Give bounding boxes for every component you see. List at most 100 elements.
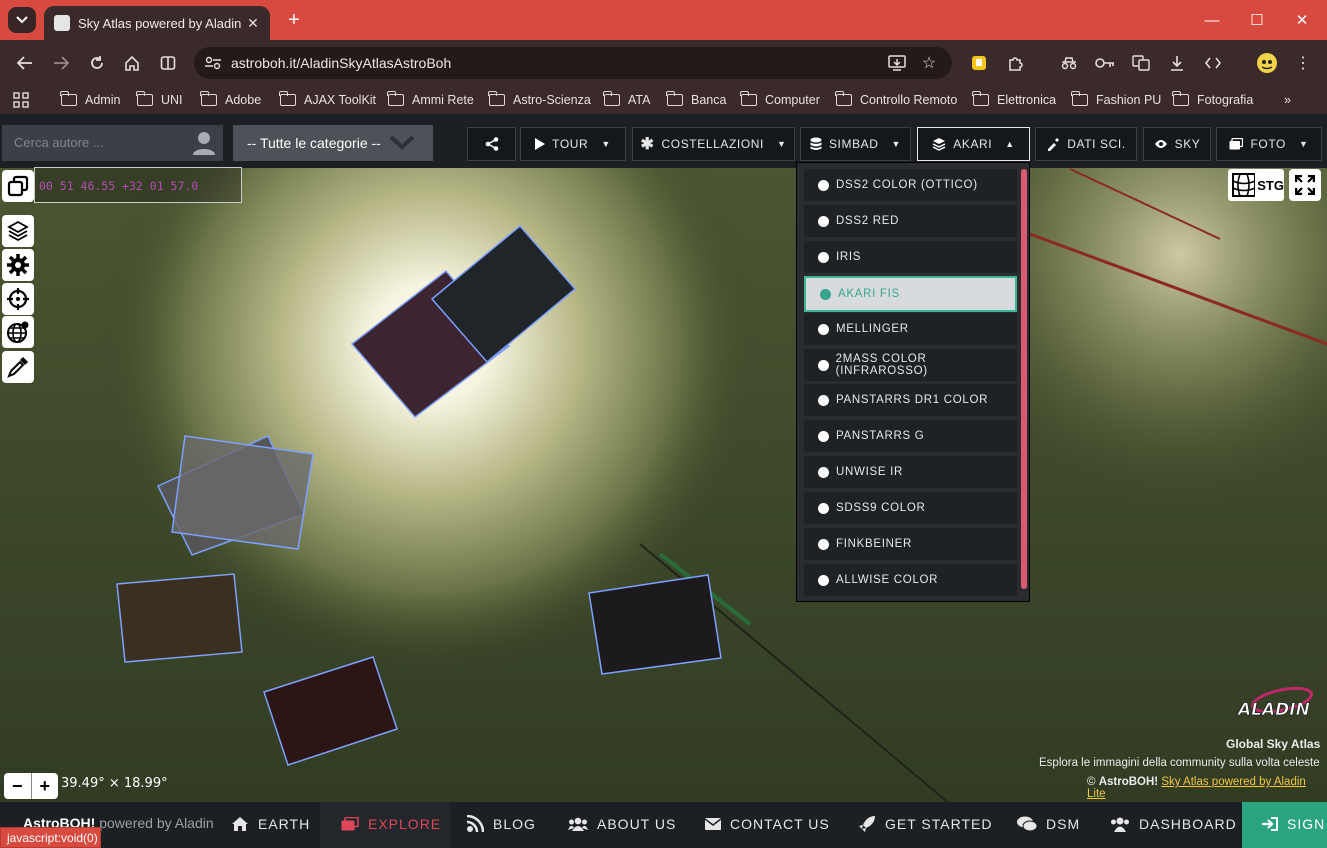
bookmark-folder[interactable]: Fotografia: [1172, 91, 1253, 109]
bookmark-folder[interactable]: Banca: [666, 91, 726, 109]
asterisk-icon: ✱: [640, 136, 655, 153]
zoom-out-button[interactable]: −: [4, 773, 32, 799]
back-button[interactable]: [12, 51, 38, 75]
crosshair-icon: [7, 288, 29, 310]
envelope-icon: [705, 818, 721, 830]
sky-view[interactable]: [0, 114, 1327, 848]
astro-photo-footprint[interactable]: [116, 573, 243, 663]
survey-option[interactable]: PANSTARRS DR1 COLOR: [804, 384, 1017, 416]
bookmark-folder[interactable]: Elettronica: [972, 91, 1056, 109]
coordinates-readout[interactable]: 00 51 46.55 +32 01 57.0: [34, 167, 242, 203]
forward-arrow-icon: [54, 56, 69, 70]
home-button[interactable]: [119, 51, 145, 75]
sky-button[interactable]: SKY: [1143, 127, 1211, 161]
nav-dsm[interactable]: DSM: [1017, 814, 1080, 834]
minimize-button[interactable]: —: [1200, 8, 1224, 32]
bookmark-folder[interactable]: AJAX ToolKit: [279, 91, 376, 109]
survey-option[interactable]: ALLWISE COLOR: [804, 564, 1017, 596]
translate-icon[interactable]: [1128, 51, 1154, 75]
bookmark-folder[interactable]: Adobe: [200, 91, 261, 109]
tab-search-button[interactable]: [8, 7, 36, 33]
caret-down-icon: ▼: [891, 139, 902, 149]
dati-sci-button[interactable]: DATI SCI.: [1035, 127, 1137, 161]
more-bookmarks-icon[interactable]: »: [1284, 91, 1291, 109]
browser-tab[interactable]: Sky Atlas powered by Aladin Lite ✕: [44, 6, 270, 40]
astro-photo-footprint[interactable]: [588, 574, 722, 675]
bookmark-star-icon[interactable]: ☆: [916, 51, 942, 75]
sign-in-button[interactable]: SIGN: [1242, 802, 1327, 848]
incognito-icon[interactable]: [1056, 51, 1082, 75]
dropdown-scrollbar[interactable]: [1021, 169, 1027, 589]
akari-survey-button[interactable]: AKARI ▲: [917, 127, 1030, 161]
forward-button[interactable]: [48, 51, 74, 75]
bookmark-folder[interactable]: Fashion PU: [1071, 91, 1161, 109]
coordinate-frame-button[interactable]: [2, 316, 34, 348]
survey-option[interactable]: IRIS: [804, 241, 1017, 273]
foto-button[interactable]: FOTO ▼: [1216, 127, 1322, 161]
maximize-button[interactable]: ☐: [1245, 8, 1269, 32]
sidepanel-button[interactable]: [155, 51, 181, 75]
tab-title: Sky Atlas powered by Aladin Lite: [78, 15, 244, 31]
tour-button[interactable]: TOUR ▼: [520, 127, 626, 161]
survey-option[interactable]: FINKBEINER: [804, 528, 1017, 560]
nav-about[interactable]: ABOUT US: [568, 814, 676, 834]
credits-subtitle: Esplora le immagini della community sull…: [1039, 757, 1320, 769]
browser-menu-icon[interactable]: ⋮: [1290, 51, 1316, 75]
bookmark-folder[interactable]: UNI: [136, 91, 183, 109]
share-button[interactable]: [467, 127, 516, 161]
nav-dashboard[interactable]: DASHBOARD: [1110, 814, 1237, 834]
install-app-icon[interactable]: [884, 51, 910, 75]
bookmark-folder[interactable]: Computer: [740, 91, 820, 109]
layers-button[interactable]: [2, 215, 34, 247]
site-info-icon[interactable]: [204, 55, 222, 71]
bookmark-folder[interactable]: ATA: [603, 91, 650, 109]
simbad-button[interactable]: SIMBAD ▼: [800, 127, 911, 161]
nav-get-started[interactable]: GET STARTED: [858, 814, 992, 834]
radio-dot-icon: [818, 359, 829, 371]
survey-option[interactable]: MELLINGER: [804, 313, 1017, 345]
nav-contact[interactable]: CONTACT US: [705, 814, 830, 834]
downloads-icon[interactable]: [1164, 51, 1190, 75]
fullscreen-button[interactable]: [1289, 169, 1321, 201]
images-icon: [341, 817, 359, 831]
pick-color-button[interactable]: [2, 351, 34, 383]
nav-explore[interactable]: EXPLORE: [341, 814, 441, 834]
back-arrow-icon: [17, 56, 32, 70]
close-tab-icon[interactable]: ✕: [244, 15, 262, 32]
survey-option[interactable]: UNWISE IR: [804, 456, 1017, 488]
bookmark-folder[interactable]: Ammi Rete: [387, 91, 474, 109]
extension-keep-icon[interactable]: [966, 51, 992, 75]
credits-line: © AstroBOH! Sky Atlas powered by Aladin …: [1087, 776, 1306, 800]
settings-button[interactable]: [2, 249, 34, 281]
author-search-input[interactable]: Cerca autore ...: [2, 125, 223, 161]
astro-photo-footprint[interactable]: [171, 435, 314, 550]
survey-option[interactable]: 2MASS COLOR (INFRAROSSO): [804, 349, 1017, 381]
survey-option-selected[interactable]: AKARI FIS: [804, 276, 1017, 312]
radio-dot-icon: [818, 323, 829, 335]
survey-option[interactable]: DSS2 COLOR (OTTICO): [804, 169, 1017, 201]
survey-option[interactable]: SDSS9 COLOR: [804, 492, 1017, 524]
projection-button[interactable]: STG: [1228, 169, 1284, 201]
reload-button[interactable]: [84, 51, 110, 75]
bookmark-folder[interactable]: Admin: [60, 91, 120, 109]
password-key-icon[interactable]: [1092, 51, 1118, 75]
home-icon: [125, 55, 139, 71]
bookmark-folder[interactable]: Controllo Remoto: [835, 91, 957, 109]
new-tab-button[interactable]: +: [284, 9, 304, 31]
stack-toggle-button[interactable]: [2, 170, 34, 202]
target-button[interactable]: [2, 283, 34, 315]
caret-down-icon: ▼: [1299, 139, 1309, 149]
apps-grid-icon[interactable]: [8, 88, 34, 112]
survey-option[interactable]: PANSTARRS G: [804, 420, 1017, 452]
devtools-code-icon[interactable]: [1200, 51, 1226, 75]
folder-icon: [60, 91, 77, 106]
nav-earth[interactable]: EARTH: [231, 814, 310, 834]
nav-blog[interactable]: BLOG: [466, 814, 536, 834]
zoom-in-button[interactable]: +: [32, 773, 59, 799]
close-window-button[interactable]: ✕: [1290, 8, 1314, 32]
survey-option[interactable]: DSS2 RED: [804, 205, 1017, 237]
profile-avatar[interactable]: [1254, 51, 1280, 75]
bookmark-folder[interactable]: Astro-Scienza: [488, 91, 591, 109]
constellations-button[interactable]: ✱ COSTELLAZIONI ▼: [632, 127, 795, 161]
extensions-puzzle-icon[interactable]: [1002, 51, 1028, 75]
